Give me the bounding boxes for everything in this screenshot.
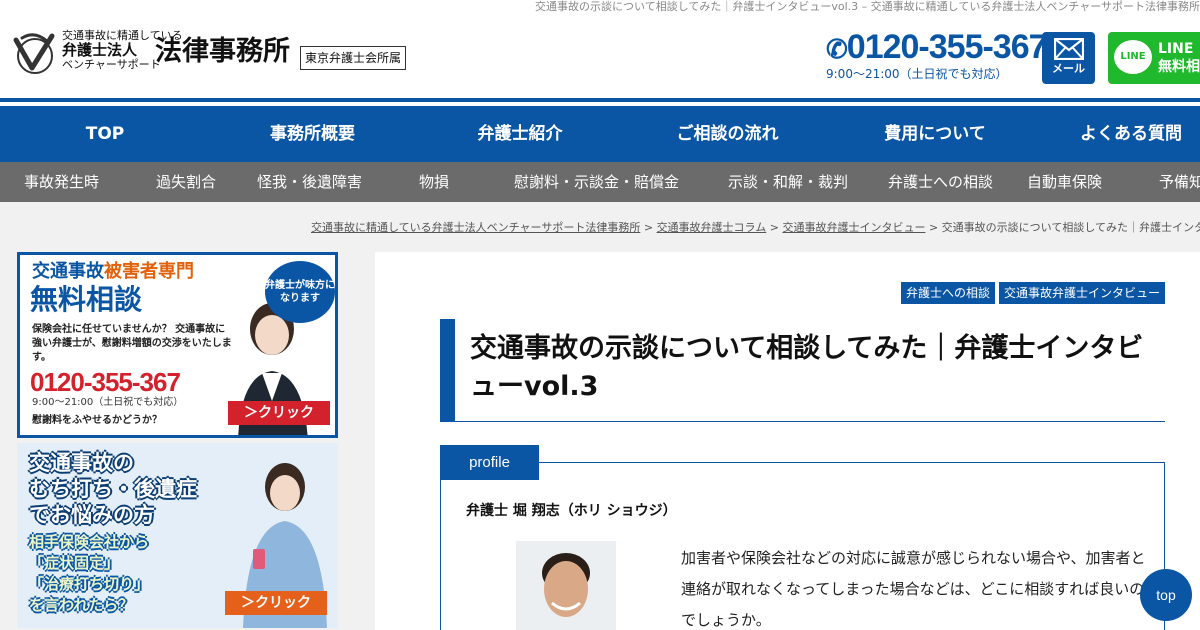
banner2-sub-3: 「治療打ち切り」 bbox=[29, 575, 150, 593]
nav-top[interactable]: TOP bbox=[60, 106, 150, 162]
article-tags: 弁護士への相談 交通事故弁護士インタビュー bbox=[897, 282, 1165, 304]
subnav-property-damage[interactable]: 物損 bbox=[419, 162, 449, 202]
envelope-icon bbox=[1053, 38, 1084, 60]
header-divider bbox=[0, 98, 1200, 102]
subnav-car-insurance[interactable]: 自動車保険 bbox=[1027, 162, 1102, 202]
lawyer-portrait-image bbox=[516, 541, 616, 630]
banner2-line-3: でお悩みの方 bbox=[29, 503, 155, 527]
breadcrumb-interview[interactable]: 交通事故弁護士インタビュー bbox=[782, 221, 925, 234]
article: 弁護士への相談 交通事故弁護士インタビュー 交通事故の示談について相談してみた｜弁… bbox=[375, 252, 1200, 630]
header-phone[interactable]: ✆0120-355-367 9:00〜21:00（土日祝でも対応） bbox=[826, 28, 1048, 86]
breadcrumb-separator: > bbox=[769, 221, 779, 234]
mail-button-label: メール bbox=[1052, 62, 1085, 75]
banner1-heading: 交通事故被害者専門 bbox=[32, 261, 194, 283]
banner1-click-button[interactable]: ＞クリック bbox=[228, 401, 330, 425]
logo-firm-brand: ベンチャーサポート bbox=[62, 58, 161, 71]
whiplash-banner[interactable]: 交通事故の むち打ち・後遺症 でお悩みの方 相手保険会社から 「症状固定」 「治… bbox=[17, 443, 338, 628]
nav-consultation-flow[interactable]: ご相談の流れ bbox=[660, 106, 795, 162]
phone-hours: 9:00〜21:00（土日祝でも対応） bbox=[826, 67, 1008, 81]
logo-bar-association: 東京弁護士会所属 bbox=[300, 46, 407, 70]
banner2-line-1: 交通事故の bbox=[29, 451, 134, 475]
subnav-lawyer-consultation[interactable]: 弁護士への相談 bbox=[888, 162, 993, 202]
subnav-injury[interactable]: 怪我・後遺障害 bbox=[257, 162, 362, 202]
line-icon: LINE bbox=[1114, 40, 1152, 74]
phone-icon: ✆ bbox=[826, 34, 848, 64]
nav-office-overview[interactable]: 事務所概要 bbox=[250, 106, 375, 162]
mail-button[interactable]: メール bbox=[1042, 32, 1095, 84]
line-button-label: LINE 無料相 bbox=[1158, 40, 1200, 76]
site-logo[interactable]: 交通事故に精通している 弁護士法人 ベンチャーサポート 法律事務所 東京弁護士会… bbox=[12, 30, 432, 76]
breadcrumb-separator: > bbox=[928, 221, 939, 234]
logo-mark-icon bbox=[13, 33, 55, 74]
back-to-top-button[interactable]: top bbox=[1140, 569, 1192, 621]
breadcrumb-separator: > bbox=[643, 221, 654, 234]
lawyer-photo bbox=[516, 541, 616, 630]
nav-fees[interactable]: 費用について bbox=[870, 106, 1000, 162]
line-label-1: LINE bbox=[1158, 41, 1194, 57]
breadcrumb-home[interactable]: 交通事故に精通している弁護士法人ベンチャーサポート法律事務所 bbox=[311, 221, 640, 234]
free-consultation-banner[interactable]: 交通事故被害者専門 無料相談 保険会社に任せていませんか？ 交通事故に強い弁護士… bbox=[17, 252, 338, 438]
profile-text: 加害者や保険会社などの対応に誠意が感じられない場合や、加害者と連絡が取れなくなっ… bbox=[681, 549, 1146, 629]
subnav-basics[interactable]: 予備知 bbox=[1159, 162, 1200, 202]
banner1-text: 保険会社に任せていませんか？ 交通事故に強い弁護士が、慰謝料増額の交渉をいたしま… bbox=[32, 324, 232, 363]
profile-tab: profile bbox=[440, 445, 539, 480]
lawyer-name: 弁護士 堀 翔志（ホリ ショウジ） bbox=[466, 503, 677, 519]
banner2-sub-1: 相手保険会社から bbox=[29, 533, 150, 551]
banner2-click-button[interactable]: ＞クリック bbox=[225, 591, 327, 615]
article-title: 交通事故の示談について相談してみた｜弁護士インタビューvol.3 bbox=[470, 333, 1144, 402]
banner1-big-heading: 無料相談 bbox=[30, 283, 143, 316]
subnav-compensation[interactable]: 慰謝料・示談金・賠償金 bbox=[514, 162, 679, 202]
phone-number-text: 0120-355-367 bbox=[846, 28, 1048, 66]
global-nav: TOP 事務所概要 弁護士紹介 ご相談の流れ 費用について よくある質問 bbox=[0, 106, 1200, 162]
article-title-box: 交通事故の示談について相談してみた｜弁護士インタビューvol.3 bbox=[440, 319, 1165, 422]
line-button[interactable]: LINE LINE 無料相 bbox=[1108, 32, 1200, 84]
banner2-sub-4: を言われたら？ bbox=[29, 596, 134, 614]
line-label-2: 無料相 bbox=[1158, 59, 1200, 75]
banner1-heading-accent: 被害者専門 bbox=[104, 261, 194, 282]
banner1-heading-pre: 交通事故 bbox=[32, 261, 104, 282]
tag-lawyer-consultation[interactable]: 弁護士への相談 bbox=[900, 282, 995, 304]
banner1-hours: 9:00〜21:00（土日祝でも対応） bbox=[32, 397, 184, 408]
page-tagline: 交通事故の示談について相談してみた｜弁護士インタビューvol.3 – 交通事故に… bbox=[535, 0, 1200, 13]
sub-nav: 事故発生時 過失割合 怪我・後遺障害 物損 慰謝料・示談金・賠償金 示談・和解・… bbox=[0, 162, 1200, 202]
banner1-phone: 0120-355-367 bbox=[30, 367, 181, 397]
subnav-accident-onset[interactable]: 事故発生時 bbox=[24, 162, 99, 202]
phone-number[interactable]: ✆0120-355-367 bbox=[826, 28, 1048, 68]
subnav-fault-ratio[interactable]: 過失割合 bbox=[156, 162, 216, 202]
banner1-badge: 弁護士が味方になります bbox=[265, 261, 335, 323]
breadcrumb-column[interactable]: 交通事故弁護士コラム bbox=[657, 221, 767, 234]
banner1-footnote: 慰謝料をふやせるかどうか？ bbox=[32, 415, 162, 426]
subnav-settlement[interactable]: 示談・和解・裁判 bbox=[728, 162, 848, 202]
banner2-line-2: むち打ち・後遺症 bbox=[29, 477, 197, 501]
nav-lawyers[interactable]: 弁護士紹介 bbox=[460, 106, 580, 162]
breadcrumb-current: 交通事故の示談について相談してみた｜弁護士インタビ bbox=[941, 221, 1200, 234]
nav-faq[interactable]: よくある質問 bbox=[1080, 106, 1200, 162]
logo-firm-name: 法律事務所 bbox=[155, 36, 290, 67]
breadcrumb: 交通事故に精通している弁護士法人ベンチャーサポート法律事務所 > 交通事故弁護士… bbox=[311, 221, 1200, 235]
banner2-sub-2: 「症状固定」 bbox=[29, 554, 120, 572]
tag-lawyer-interview[interactable]: 交通事故弁護士インタビュー bbox=[998, 282, 1165, 304]
logo-corp-type: 弁護士法人 bbox=[62, 41, 138, 59]
